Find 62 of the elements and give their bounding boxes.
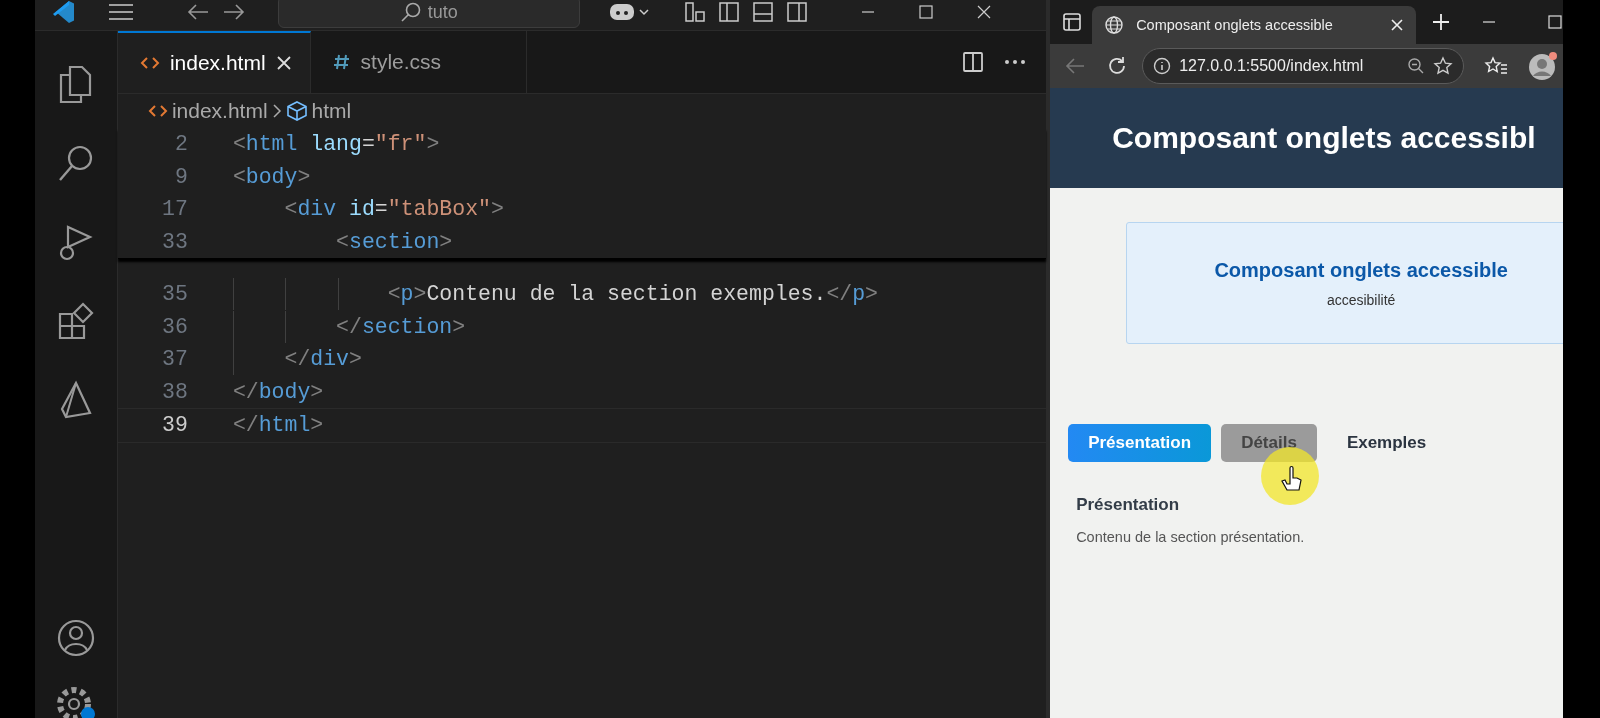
line-number: 38 xyxy=(161,379,188,404)
split-editor-icon[interactable] xyxy=(962,51,985,73)
line-number: 37 xyxy=(161,347,188,372)
line-number: 35 xyxy=(161,282,188,307)
close-icon[interactable] xyxy=(1390,18,1405,32)
breadcrumb-item[interactable]: index.html xyxy=(171,99,268,123)
line-number: 17 xyxy=(161,197,188,222)
search-icon xyxy=(399,1,422,23)
code-line: </html> xyxy=(232,412,324,440)
browser-tab[interactable]: Composant onglets accessible xyxy=(1092,6,1417,44)
card-title: Composant onglets accessible xyxy=(1214,258,1508,282)
maximize-icon[interactable] xyxy=(1547,14,1564,30)
code-line: <body> xyxy=(232,164,311,189)
back-arrow-icon[interactable] xyxy=(185,3,210,21)
zoom-out-icon[interactable] xyxy=(1407,57,1426,75)
cube-icon xyxy=(285,100,308,122)
new-tab-icon[interactable] xyxy=(1432,13,1451,31)
code-line: <section> xyxy=(335,229,453,254)
sidebar-toggle-icon[interactable] xyxy=(717,1,740,23)
command-search-field[interactable]: tuto xyxy=(277,0,580,28)
menu-icon[interactable] xyxy=(107,3,134,21)
code-line: </section> xyxy=(232,310,466,343)
breadcrumb-item[interactable]: html xyxy=(311,99,352,123)
page-tab[interactable]: Exemples xyxy=(1326,424,1447,462)
line-number: 39 xyxy=(161,413,188,438)
close-icon[interactable] xyxy=(975,4,992,20)
more-actions-icon[interactable] xyxy=(1004,59,1027,65)
code-line: </body> xyxy=(232,378,324,406)
code-brackets-icon xyxy=(147,103,168,119)
info-icon xyxy=(1153,57,1172,75)
hand-cursor-icon xyxy=(1260,446,1321,506)
profile-avatar-icon[interactable] xyxy=(1528,51,1559,81)
address-bar[interactable]: 127.0.0.1:5500/index.html xyxy=(1142,48,1465,84)
code-line: <html lang="fr"> xyxy=(232,132,440,157)
code-brackets-icon xyxy=(139,55,160,71)
tab-actions-icon[interactable] xyxy=(1062,12,1083,32)
star-icon[interactable] xyxy=(1433,56,1454,76)
line-number: 36 xyxy=(161,314,188,339)
line-number: 9 xyxy=(173,164,188,189)
panel-toggle-icon[interactable] xyxy=(751,1,774,23)
card-subtitle: accesibilité xyxy=(1326,291,1396,308)
code-line: </div> xyxy=(232,343,362,376)
code-line: <div id="tabBox"> xyxy=(283,197,504,222)
section-heading: Présentation xyxy=(1076,495,1181,515)
globe-icon xyxy=(1104,15,1125,35)
secondary-sidebar-icon[interactable] xyxy=(785,1,808,23)
section-text: Contenu de la section présentation. xyxy=(1076,529,1306,545)
chevron-right-icon xyxy=(271,103,282,119)
forward-arrow-icon[interactable] xyxy=(221,3,246,21)
layout-icon[interactable] xyxy=(683,1,706,23)
editor-tab[interactable]: index.html xyxy=(117,31,311,93)
maximize-icon[interactable] xyxy=(917,4,934,20)
line-number: 33 xyxy=(161,229,188,254)
back-arrow-icon[interactable] xyxy=(1064,56,1087,76)
hash-icon xyxy=(332,53,351,71)
close-icon[interactable] xyxy=(275,55,292,71)
favorites-icon[interactable] xyxy=(1484,56,1509,76)
page-title: Composant onglets accessibl xyxy=(1112,121,1536,155)
editor-tab[interactable]: style.css xyxy=(310,31,527,93)
code-line: <p>Contenu de la section exemples.</p> xyxy=(232,278,878,311)
account-icon[interactable] xyxy=(55,617,96,659)
line-number: 2 xyxy=(173,132,188,157)
